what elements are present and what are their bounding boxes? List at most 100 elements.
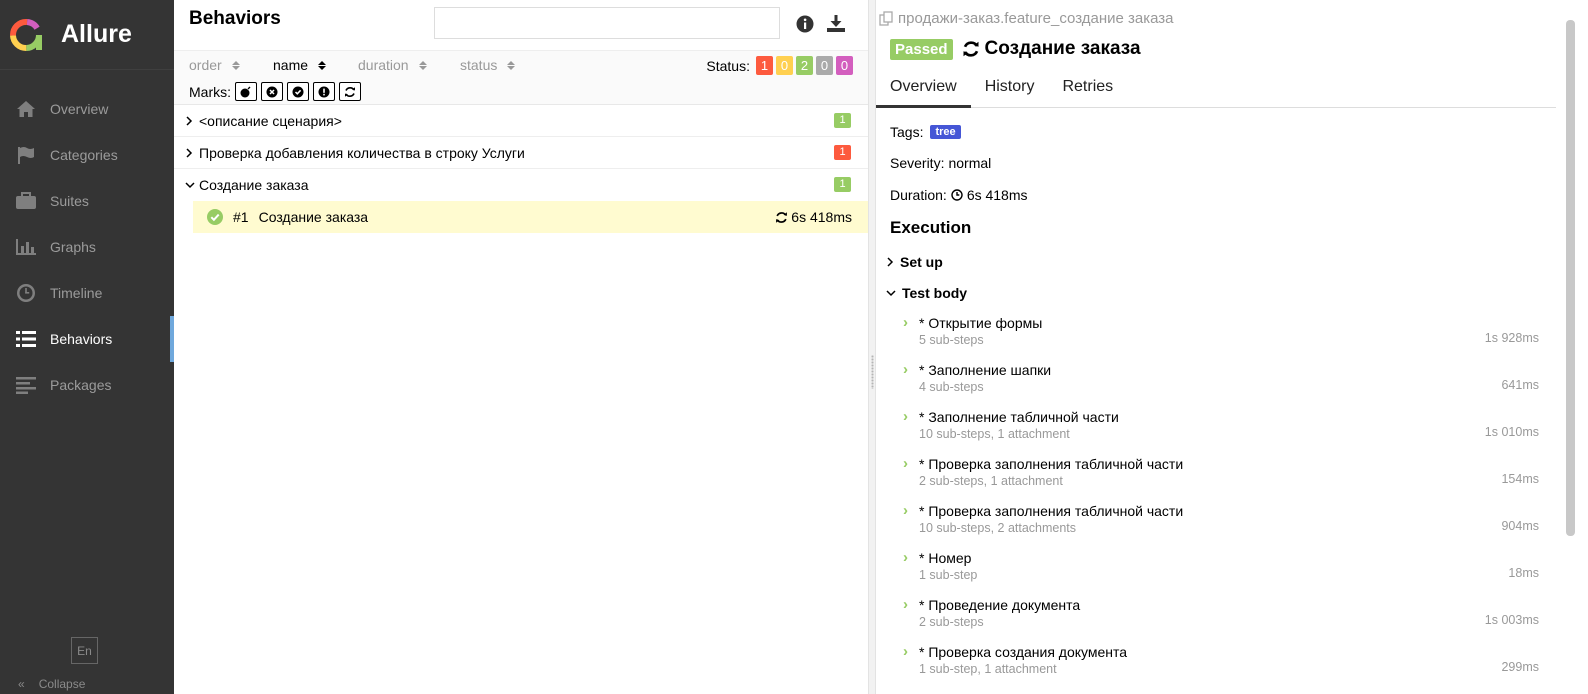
sidebar-item-suites[interactable]: Suites	[0, 178, 174, 224]
step-item[interactable]: › * Номер 1 sub-step 18ms	[903, 549, 1539, 589]
test-title-line: Passed Создание заказа	[890, 38, 1141, 60]
sort-icon	[418, 60, 427, 70]
step-name: * Проверка заполнения табличной части	[919, 456, 1184, 472]
pane-splitter[interactable]	[868, 0, 876, 694]
breadcrumb-text: продажи-заказ.feature_создание заказа	[898, 10, 1174, 27]
sidebar-item-label: Suites	[50, 193, 89, 209]
severity-label: Severity:	[890, 155, 945, 171]
step-substeps: 1 sub-step	[919, 568, 978, 582]
status-failed-toggle[interactable]: 1	[756, 56, 773, 75]
collapse-button[interactable]: « Collapse	[18, 677, 85, 691]
step-name: * Номер	[919, 550, 972, 566]
test-duration: 6s 418ms	[775, 209, 852, 225]
step-name: * Проверка создания документа	[919, 644, 1128, 660]
tree-group-name: <описание сценария>	[199, 112, 342, 129]
splitter-grip-icon[interactable]	[871, 355, 874, 389]
behaviors-header: Behaviors	[174, 0, 868, 50]
step-item[interactable]: › * Проверка заполнения табличной части …	[903, 502, 1539, 542]
sort-by-order[interactable]: order	[189, 57, 240, 73]
tab-overview[interactable]: Overview	[876, 70, 971, 108]
test-title: Создание заказа	[962, 38, 1141, 60]
step-item[interactable]: › * Заполнение шапки 4 sub-steps 641ms	[903, 361, 1539, 401]
tab-retries[interactable]: Retries	[1048, 70, 1127, 108]
duration-line: Duration: 6s 418ms	[890, 187, 1028, 203]
home-icon	[14, 97, 38, 121]
new-broken-mark-button[interactable]	[313, 82, 335, 101]
execution-title: Execution	[890, 218, 972, 237]
status-passed-toggle[interactable]: 2	[796, 56, 813, 75]
copy-icon[interactable]	[879, 11, 894, 26]
chevron-right-icon: ›	[903, 361, 908, 378]
tree-group-row[interactable]: Проверка добавления количества в строку …	[174, 137, 868, 169]
step-item[interactable]: › * Заполнение табличной части 10 sub-st…	[903, 408, 1539, 448]
step-item[interactable]: › * Открытие формы 5 sub-steps 1s 928ms	[903, 314, 1539, 354]
sidebar-item-label: Overview	[50, 101, 109, 117]
list-icon	[14, 327, 38, 351]
step-substeps: 1 sub-step, 1 attachment	[919, 662, 1057, 676]
group-passed-count: 1	[834, 113, 851, 128]
marks-label: Marks:	[189, 83, 231, 100]
sort-by-status[interactable]: status	[460, 57, 516, 73]
sidebar-nav: Overview Categories Suites Graphs Timeli…	[0, 86, 174, 408]
status-skipped-toggle[interactable]: 0	[816, 56, 833, 75]
sidebar-item-packages[interactable]: Packages	[0, 362, 174, 408]
sort-icon	[231, 60, 240, 70]
tab-history[interactable]: History	[971, 70, 1049, 108]
step-item[interactable]: › * Проверка создания документа 1 sub-st…	[903, 643, 1539, 683]
step-duration: 1s 010ms	[1484, 425, 1539, 439]
test-body-toggle[interactable]: Test body	[886, 285, 967, 301]
status-broken-toggle[interactable]: 0	[776, 56, 793, 75]
brand[interactable]: Allure	[0, 0, 174, 70]
tree-group-row[interactable]: <описание сценария> 1	[174, 105, 868, 137]
status-badge: Passed	[890, 38, 953, 60]
step-substeps: 5 sub-steps	[919, 333, 984, 347]
check-circle-icon	[292, 86, 304, 97]
sidebar-item-timeline[interactable]: Timeline	[0, 270, 174, 316]
test-order-number: #1	[233, 209, 249, 225]
chevron-right-icon: ›	[903, 408, 908, 425]
step-name: * Проведение документа	[919, 597, 1081, 613]
language-button[interactable]: En	[71, 637, 98, 664]
exclamation-circle-icon	[318, 86, 330, 97]
new-failed-mark-button[interactable]	[261, 82, 283, 101]
bomb-icon	[240, 86, 251, 97]
retries-mark-button[interactable]	[339, 82, 361, 101]
sort-toolbar: order name duration status Status: 1 0 2…	[174, 50, 868, 105]
align-left-icon	[14, 373, 38, 397]
test-case-row[interactable]: #1 Создание заказа 6s 418ms	[193, 201, 868, 233]
download-icon[interactable]	[825, 13, 847, 35]
info-icon[interactable]	[794, 13, 816, 35]
chevron-right-icon: ›	[903, 549, 908, 566]
search-input[interactable]	[434, 7, 780, 39]
tags-line: Tags: tree	[890, 124, 961, 140]
test-title-text: Создание заказа	[984, 38, 1141, 59]
status-unknown-toggle[interactable]: 0	[836, 56, 853, 75]
step-name: * Открытие формы	[919, 315, 1043, 331]
tags-label: Tags:	[890, 124, 924, 140]
step-name: * Проверка заполнения табличной части	[919, 503, 1184, 519]
sidebar-item-categories[interactable]: Categories	[0, 132, 174, 178]
chevron-right-icon: ›	[903, 596, 908, 613]
sidebar-item-behaviors[interactable]: Behaviors	[0, 316, 174, 362]
bar-chart-icon	[14, 235, 38, 259]
refresh-icon	[345, 86, 355, 97]
step-item[interactable]: › * Проведение документа 2 sub-steps 1s …	[903, 596, 1539, 636]
breadcrumb[interactable]: продажи-заказ.feature_создание заказа	[879, 10, 1174, 27]
sort-by-duration[interactable]: duration	[358, 57, 427, 73]
collapse-label: Collapse	[38, 677, 86, 691]
sidebar-item-overview[interactable]: Overview	[0, 86, 174, 132]
step-item[interactable]: › * Проверка заполнения табличной части …	[903, 455, 1539, 495]
step-duration: 154ms	[1501, 472, 1539, 486]
step-duration: 904ms	[1501, 519, 1539, 533]
setup-toggle[interactable]: Set up	[886, 254, 943, 270]
tree-group-row[interactable]: Создание заказа 1	[174, 169, 868, 201]
test-body-label: Test body	[902, 285, 968, 301]
severity-line: Severity: normal	[890, 155, 991, 171]
step-substeps: 2 sub-steps, 1 attachment	[919, 474, 1063, 488]
sort-icon	[318, 60, 327, 70]
new-passed-mark-button[interactable]	[287, 82, 309, 101]
sidebar-item-graphs[interactable]: Graphs	[0, 224, 174, 270]
sort-by-name[interactable]: name	[273, 57, 327, 73]
flaky-mark-button[interactable]	[235, 82, 257, 101]
scrollbar[interactable]	[1566, 20, 1575, 536]
